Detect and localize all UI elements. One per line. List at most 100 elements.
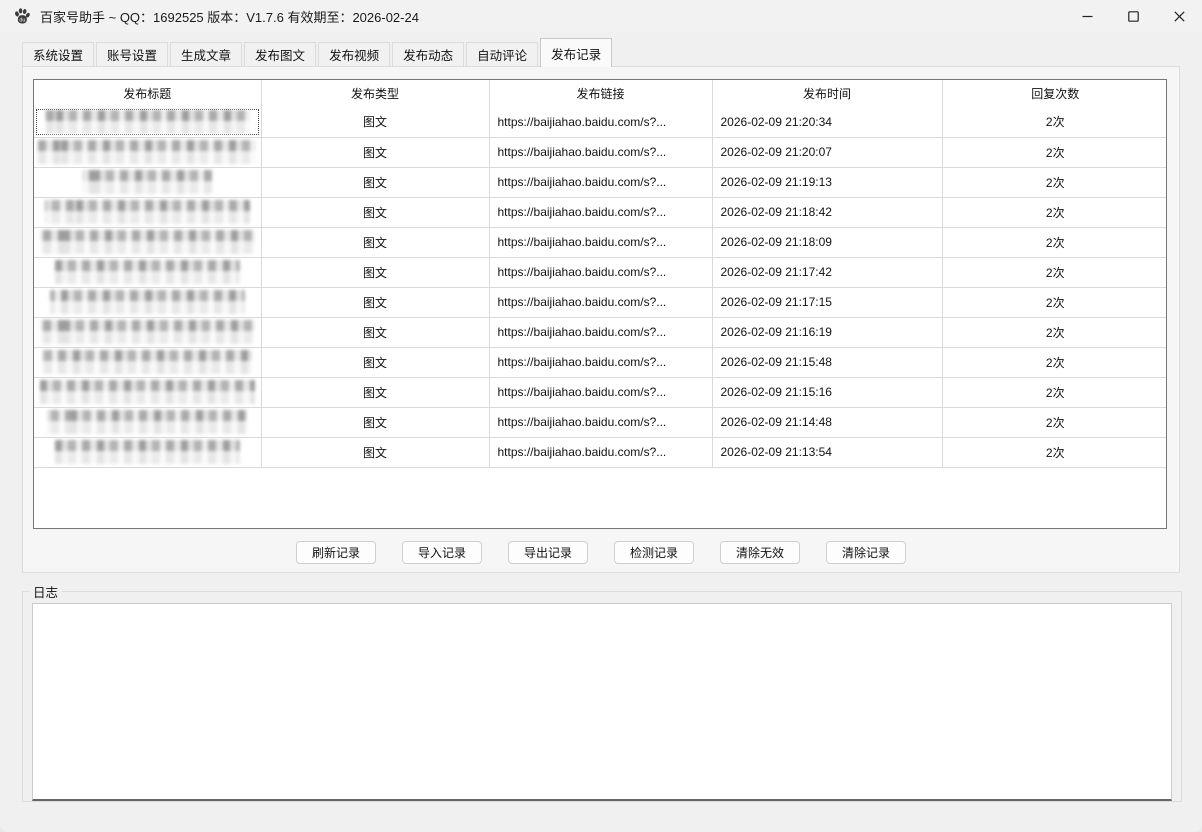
- cell-link: https://baijiahao.baidu.com/s?...: [489, 167, 712, 197]
- masked-title-text: [38, 140, 256, 164]
- table-row[interactable]: 图文 https://baijiahao.baidu.com/s?... 202…: [34, 347, 1167, 377]
- cell-title: [34, 437, 261, 467]
- column-header-title[interactable]: 发布标题: [34, 80, 261, 107]
- cell-type: 图文: [261, 437, 489, 467]
- tab[interactable]: 账号设置: [96, 42, 168, 66]
- cell-type: 图文: [261, 107, 489, 137]
- titlebar: du 百家号助手 ~ QQ：1692525 版本：V1.7.6 有效期至：202…: [0, 0, 1202, 32]
- app-window: du 百家号助手 ~ QQ：1692525 版本：V1.7.6 有效期至：202…: [0, 0, 1202, 832]
- table-row[interactable]: 图文 https://baijiahao.baidu.com/s?... 202…: [34, 317, 1167, 347]
- cell-replies: 2次: [942, 287, 1167, 317]
- column-header-type[interactable]: 发布类型: [261, 80, 489, 107]
- cell-link: https://baijiahao.baidu.com/s?...: [489, 377, 712, 407]
- close-button[interactable]: [1156, 0, 1202, 32]
- records-table: 发布标题 发布类型 发布链接 发布时间 回复次数 图文: [33, 79, 1167, 529]
- tab[interactable]: 发布图文: [244, 42, 316, 66]
- window-title: 百家号助手 ~ QQ：1692525 版本：V1.7.6 有效期至：2026-0…: [40, 7, 419, 26]
- column-header-time[interactable]: 发布时间: [712, 80, 942, 107]
- column-header-link[interactable]: 发布链接: [489, 80, 712, 107]
- cell-title: [34, 407, 261, 437]
- tab[interactable]: 自动评论: [466, 42, 538, 66]
- masked-title-text: [40, 230, 255, 254]
- action-button[interactable]: 清除无效: [720, 541, 800, 564]
- cell-title: [34, 287, 261, 317]
- action-button[interactable]: 刷新记录: [296, 541, 376, 564]
- cell-type: 图文: [261, 347, 489, 377]
- table-row[interactable]: 图文 https://baijiahao.baidu.com/s?... 202…: [34, 287, 1167, 317]
- cell-time: 2026-02-09 21:18:42: [712, 197, 942, 227]
- table-row[interactable]: 图文 https://baijiahao.baidu.com/s?... 202…: [34, 437, 1167, 467]
- baidu-paw-logo-icon: du: [12, 6, 32, 26]
- masked-title-text: [82, 170, 212, 194]
- action-button[interactable]: 导入记录: [402, 541, 482, 564]
- cell-link: https://baijiahao.baidu.com/s?...: [489, 257, 712, 287]
- cell-title: [34, 137, 261, 167]
- action-button[interactable]: 导出记录: [508, 541, 588, 564]
- cell-type: 图文: [261, 227, 489, 257]
- cell-title: [34, 347, 261, 377]
- cell-link: https://baijiahao.baidu.com/s?...: [489, 437, 712, 467]
- tab-bar: 系统设置 账号设置 生成文章 发布图文 发布视频 发布动态 自动评论 发布记录: [0, 32, 1202, 66]
- action-button[interactable]: 检测记录: [614, 541, 694, 564]
- records-table-body: 图文 https://baijiahao.baidu.com/s?... 202…: [34, 107, 1167, 467]
- tab[interactable]: 发布动态: [392, 42, 464, 66]
- cell-time: 2026-02-09 21:18:09: [712, 227, 942, 257]
- window-controls: [1064, 0, 1202, 32]
- cell-title: [34, 227, 261, 257]
- tab[interactable]: 系统设置: [22, 42, 94, 66]
- table-row[interactable]: 图文 https://baijiahao.baidu.com/s?... 202…: [34, 137, 1167, 167]
- column-header-replies[interactable]: 回复次数: [942, 80, 1167, 107]
- cell-type: 图文: [261, 167, 489, 197]
- cell-type: 图文: [261, 407, 489, 437]
- cell-link: https://baijiahao.baidu.com/s?...: [489, 347, 712, 377]
- table-row[interactable]: 图文 https://baijiahao.baidu.com/s?... 202…: [34, 107, 1167, 137]
- cell-title: [34, 257, 261, 287]
- masked-title-text: [40, 320, 255, 344]
- maximize-button[interactable]: [1110, 0, 1156, 32]
- cell-link: https://baijiahao.baidu.com/s?...: [489, 227, 712, 257]
- table-row[interactable]: 图文 https://baijiahao.baidu.com/s?... 202…: [34, 197, 1167, 227]
- table-row[interactable]: 图文 https://baijiahao.baidu.com/s?... 202…: [34, 377, 1167, 407]
- cell-replies: 2次: [942, 407, 1167, 437]
- log-label: 日志: [29, 582, 62, 601]
- cell-type: 图文: [261, 197, 489, 227]
- cell-replies: 2次: [942, 377, 1167, 407]
- table-row[interactable]: 图文 https://baijiahao.baidu.com/s?... 202…: [34, 167, 1167, 197]
- cell-replies: 2次: [942, 137, 1167, 167]
- tab-page-publish-records: 发布标题 发布类型 发布链接 发布时间 回复次数 图文: [22, 66, 1180, 573]
- cell-type: 图文: [261, 287, 489, 317]
- log-groupbox: 日志: [22, 582, 1182, 802]
- cell-link: https://baijiahao.baidu.com/s?...: [489, 107, 712, 137]
- cell-time: 2026-02-09 21:17:15: [712, 287, 942, 317]
- masked-title-text: [55, 440, 240, 464]
- masked-title-text: [47, 410, 247, 434]
- cell-time: 2026-02-09 21:20:34: [712, 107, 942, 137]
- masked-title-text: [45, 110, 250, 134]
- action-button[interactable]: 清除记录: [826, 541, 906, 564]
- masked-title-text: [45, 200, 250, 224]
- table-row[interactable]: 图文 https://baijiahao.baidu.com/s?... 202…: [34, 407, 1167, 437]
- cell-link: https://baijiahao.baidu.com/s?...: [489, 137, 712, 167]
- cell-replies: 2次: [942, 257, 1167, 287]
- log-output[interactable]: [32, 603, 1172, 801]
- cell-replies: 2次: [942, 197, 1167, 227]
- masked-title-text: [50, 290, 245, 314]
- cell-time: 2026-02-09 21:17:42: [712, 257, 942, 287]
- tab[interactable]: 发布记录: [540, 38, 612, 67]
- table-row[interactable]: 图文 https://baijiahao.baidu.com/s?... 202…: [34, 227, 1167, 257]
- cell-replies: 2次: [942, 437, 1167, 467]
- cell-replies: 2次: [942, 227, 1167, 257]
- tab[interactable]: 生成文章: [170, 42, 242, 66]
- cell-title: [34, 107, 261, 137]
- cell-type: 图文: [261, 257, 489, 287]
- cell-replies: 2次: [942, 107, 1167, 137]
- cell-replies: 2次: [942, 167, 1167, 197]
- cell-replies: 2次: [942, 317, 1167, 347]
- tab[interactable]: 发布视频: [318, 42, 390, 66]
- cell-title: [34, 317, 261, 347]
- minimize-button[interactable]: [1064, 0, 1110, 32]
- masked-title-text: [42, 350, 252, 374]
- table-row[interactable]: 图文 https://baijiahao.baidu.com/s?... 202…: [34, 257, 1167, 287]
- cell-link: https://baijiahao.baidu.com/s?...: [489, 197, 712, 227]
- masked-title-text: [55, 260, 240, 284]
